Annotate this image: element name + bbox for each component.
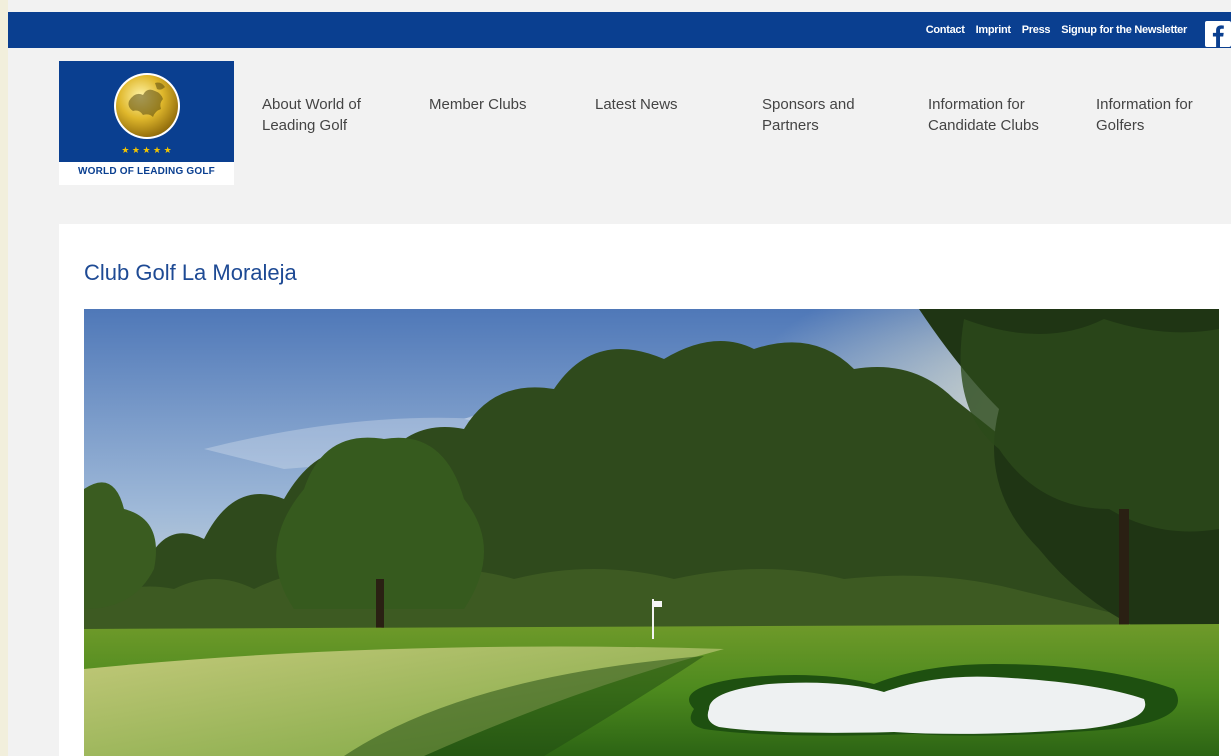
nav-item-sponsors[interactable]: Sponsors and Partners (762, 94, 855, 136)
logo-text: WORLD OF LEADING GOLF (78, 166, 215, 177)
newsletter-signup-link[interactable]: Signup for the Newsletter (1061, 24, 1187, 36)
press-link[interactable]: Press (1022, 24, 1051, 36)
content-card: Club Golf La Moraleja (59, 224, 1231, 756)
nav-item-golfers[interactable]: Information for Golfers (1096, 94, 1193, 136)
logo-stars: ★ ★ ★ ★ ★ (121, 145, 172, 155)
utility-links: Contact Imprint Press Signup for the New… (926, 12, 1188, 48)
nav-item-latest-news[interactable]: Latest News (595, 94, 678, 115)
facebook-icon[interactable] (1205, 21, 1231, 47)
nav-item-candidate-clubs[interactable]: Information for Candidate Clubs (928, 94, 1039, 136)
page: Contact Imprint Press Signup for the New… (8, 0, 1231, 756)
contact-link[interactable]: Contact (926, 24, 965, 36)
page-title: Club Golf La Moraleja (84, 260, 297, 285)
golf-course-photo (84, 309, 1219, 756)
imprint-link[interactable]: Imprint (976, 24, 1011, 36)
main-nav: About World of Leading Golf Member Clubs… (8, 94, 1231, 144)
nav-item-member-clubs[interactable]: Member Clubs (429, 94, 527, 115)
top-bar: Contact Imprint Press Signup for the New… (8, 12, 1231, 48)
hero-image (84, 309, 1219, 756)
nav-item-about[interactable]: About World of Leading Golf (262, 94, 361, 136)
